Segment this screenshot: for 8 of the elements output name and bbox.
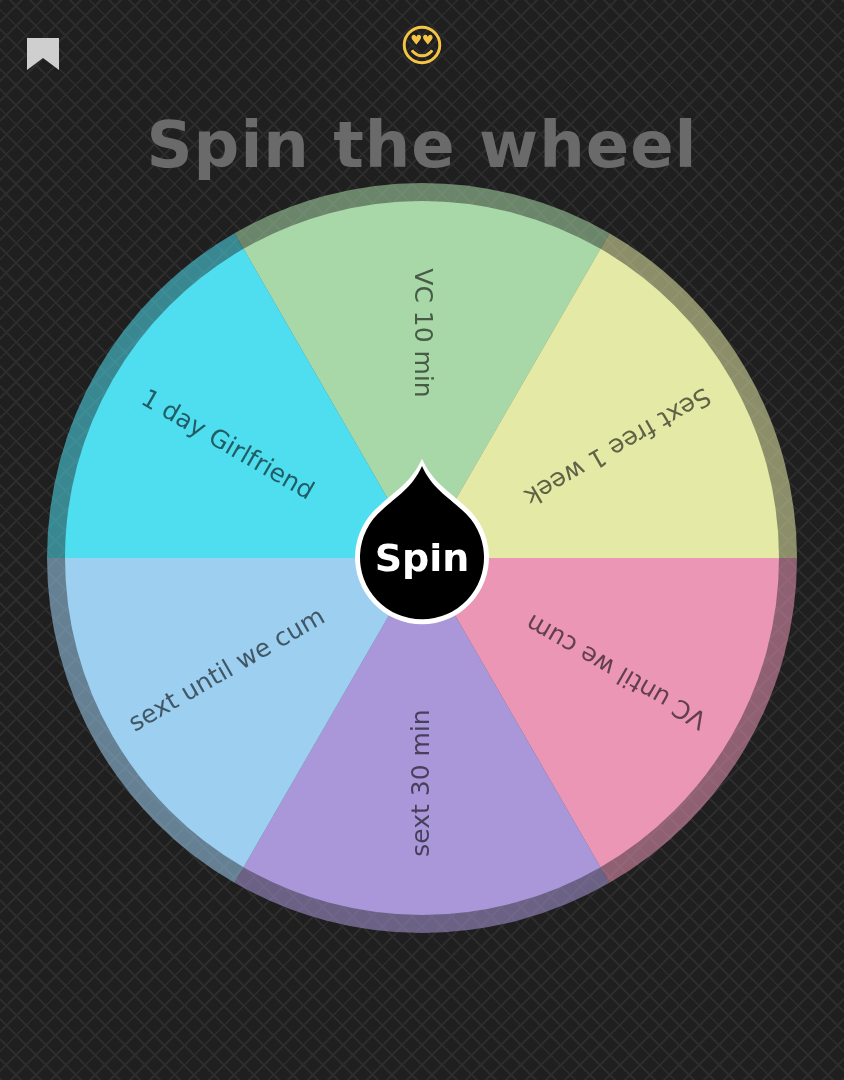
segment-label: sext until we cum <box>123 601 330 738</box>
emoji: 😍 <box>399 24 445 68</box>
title: Spin the wheel <box>146 110 698 180</box>
bookmark-icon[interactable] <box>25 38 61 70</box>
segment-label: sext 30 min <box>406 709 435 857</box>
segment-label: VC until we cum <box>520 608 712 736</box>
spin-button[interactable]: Spin <box>355 458 489 625</box>
segment-label: VC 10 min <box>409 268 438 398</box>
